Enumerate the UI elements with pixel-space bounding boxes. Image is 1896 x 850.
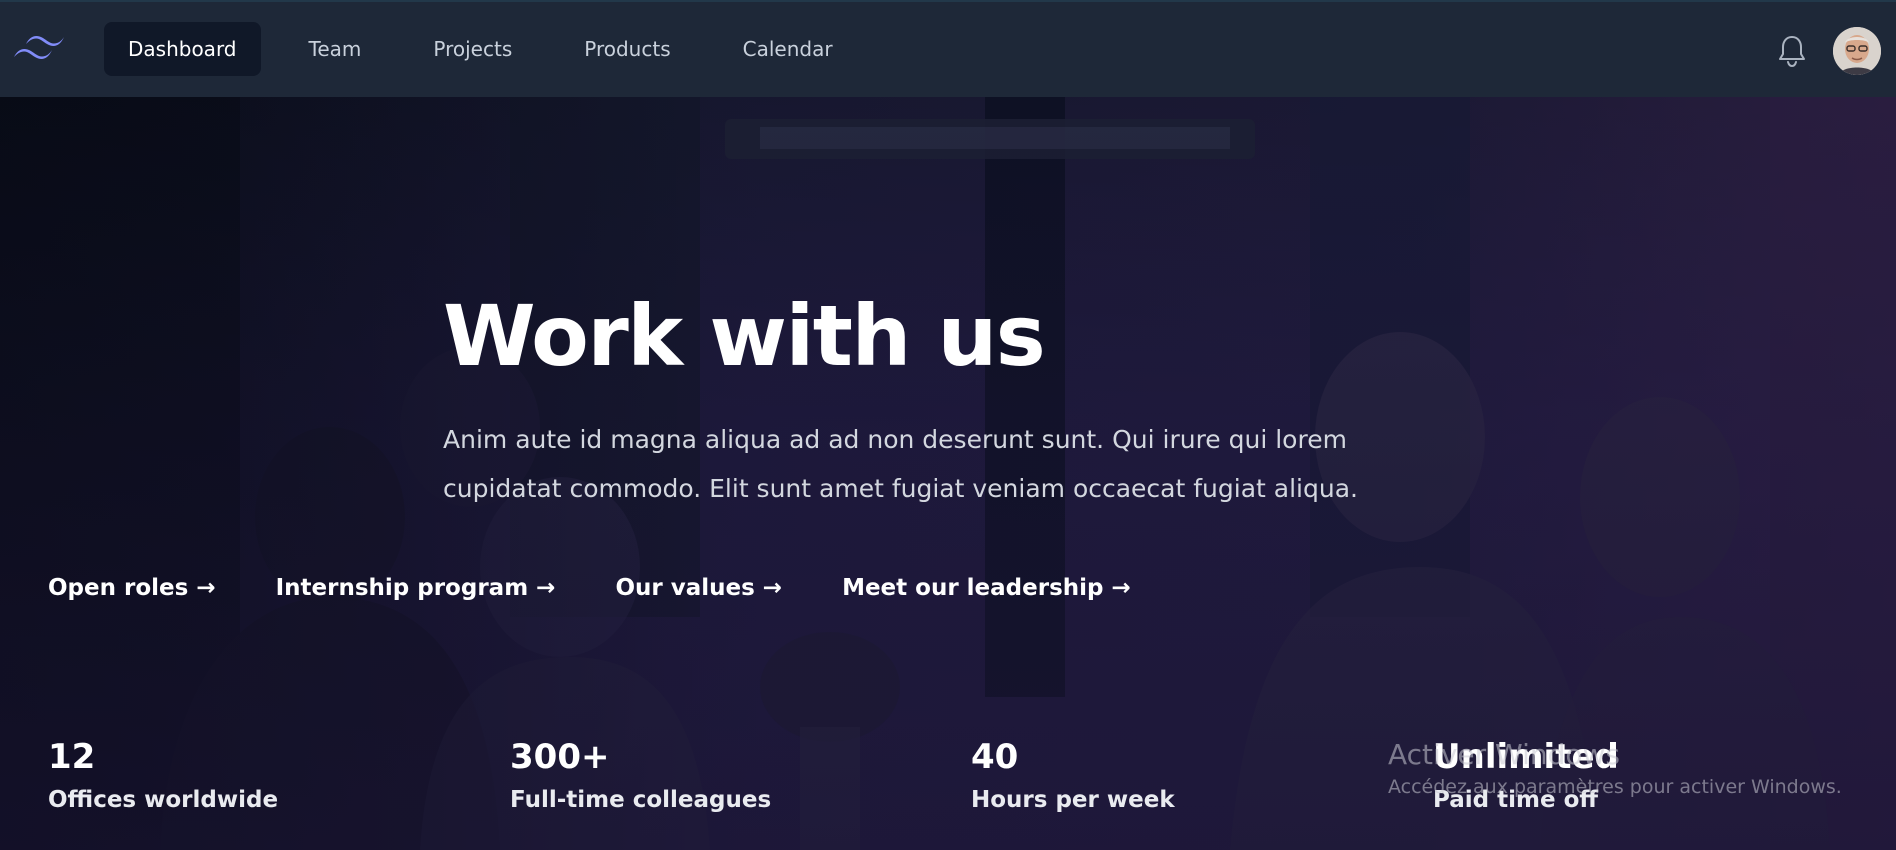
stat-label: Offices worldwide — [48, 787, 279, 813]
link-internship-program[interactable]: Internship program → — [276, 575, 556, 601]
stat-value: 300+ — [510, 737, 610, 777]
hero-links: Open roles → Internship program → Our va… — [48, 575, 1191, 601]
nav-link-calendar[interactable]: Calendar — [719, 22, 857, 76]
windows-activation-watermark: Activer Windows Accédez aux paramètres p… — [1388, 737, 1842, 801]
link-our-values[interactable]: Our values → — [615, 575, 782, 601]
watermark-subtitle: Accédez aux paramètres pour activer Wind… — [1388, 776, 1842, 798]
nav-link-team[interactable]: Team — [285, 22, 386, 76]
link-meet-our-leadership[interactable]: Meet our leadership → — [842, 575, 1131, 601]
watermark-title: Activer Windows — [1388, 738, 1621, 771]
nav-link-projects[interactable]: Projects — [409, 22, 536, 76]
hero-section: Work with us Anim aute id magna aliqua a… — [0, 97, 1896, 850]
app-window: Dashboard Team Projects Products Calenda… — [0, 0, 1896, 850]
nav-link-dashboard[interactable]: Dashboard — [104, 22, 261, 76]
hero-title: Work with us — [443, 287, 1046, 385]
stat-value: 12 — [48, 737, 96, 777]
stat-label: Hours per week — [971, 787, 1175, 813]
tailwind-logo-icon[interactable] — [12, 30, 68, 70]
hero-description: Anim aute id magna aliqua ad ad non dese… — [443, 425, 1358, 503]
top-navbar: Dashboard Team Projects Products Calenda… — [0, 0, 1896, 97]
stat-colleagues: 300+ Full-time colleagues — [510, 737, 771, 815]
primary-nav: Dashboard Team Projects Products Calenda… — [104, 22, 881, 76]
stat-offices: 12 Offices worldwide — [48, 737, 278, 815]
bell-icon[interactable] — [1776, 34, 1808, 68]
avatar-portrait-icon — [1833, 27, 1881, 75]
nav-link-products[interactable]: Products — [560, 22, 694, 76]
user-avatar[interactable] — [1833, 27, 1881, 75]
stat-label: Full-time colleagues — [510, 787, 772, 813]
stat-value: 40 — [971, 737, 1019, 777]
link-open-roles[interactable]: Open roles → — [48, 575, 216, 601]
stat-hours: 40 Hours per week — [971, 737, 1175, 815]
